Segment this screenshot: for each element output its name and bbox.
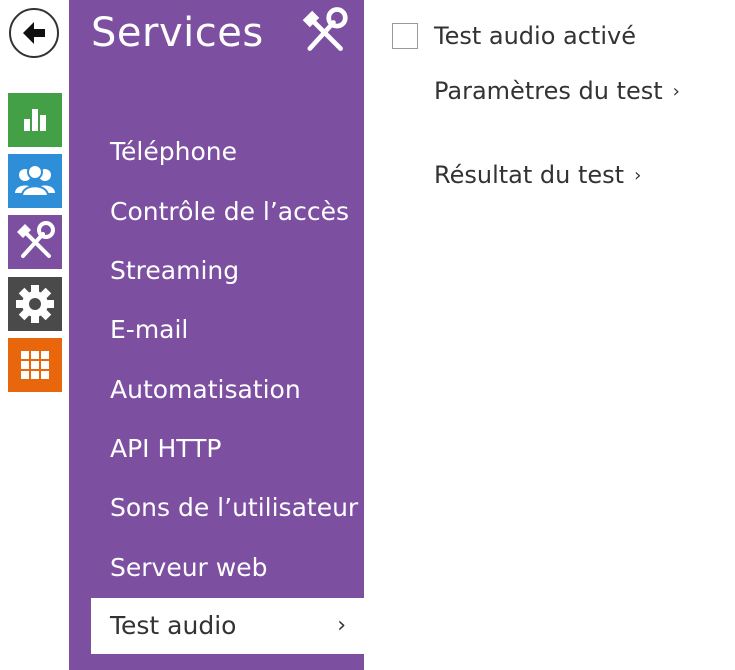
- services-menu-button[interactable]: [8, 215, 62, 269]
- sidebar-item-web-server[interactable]: Serveur web: [91, 540, 364, 596]
- sidebar-item-label: API HTTP: [110, 434, 222, 463]
- test-parameters-label: Paramètres du test: [434, 77, 663, 105]
- sidebar-item-label: Sons de l’utilisateur: [110, 493, 359, 522]
- hammer-wrench-icon: [302, 7, 348, 51]
- grid-icon: [21, 351, 49, 379]
- settings-menu-button[interactable]: [8, 277, 62, 331]
- audio-test-enabled-row: Test audio activé: [392, 21, 636, 51]
- gear-icon: [16, 285, 54, 323]
- sidebar-item-http-api[interactable]: API HTTP: [91, 421, 364, 477]
- test-result-label: Résultat du test: [434, 161, 625, 189]
- sidebar-item-access-control[interactable]: Contrôle de l’accès: [91, 184, 364, 240]
- sidebar-item-label: Serveur web: [110, 553, 268, 582]
- chevron-right-icon: ›: [634, 165, 642, 186]
- sidebar-item-label: Automatisation: [110, 375, 301, 404]
- hardware-menu-button[interactable]: [8, 338, 62, 392]
- chevron-right-icon: ›: [672, 81, 680, 102]
- sidebar-item-email[interactable]: E-mail: [91, 302, 364, 358]
- sidebar-item-label: Téléphone: [110, 137, 237, 166]
- sidebar-item-label: Streaming: [110, 256, 240, 285]
- sidebar-item-user-sounds[interactable]: Sons de l’utilisateur: [91, 480, 364, 536]
- sidebar-item-label: Contrôle de l’accès: [110, 197, 350, 226]
- sidebar-item-streaming[interactable]: Streaming: [91, 243, 364, 299]
- sidebar-item-audio-test[interactable]: Test audio ›: [91, 598, 364, 654]
- sidebar-item-label: Test audio: [110, 611, 237, 640]
- chevron-right-icon: ›: [337, 613, 346, 638]
- hammer-wrench-icon: [17, 221, 55, 258]
- status-menu-button[interactable]: [8, 93, 62, 147]
- test-parameters-link[interactable]: Paramètres du test ›: [434, 77, 680, 105]
- audio-test-enabled-checkbox[interactable]: [392, 23, 418, 49]
- audio-test-enabled-label: Test audio activé: [434, 22, 636, 50]
- bar-chart-icon: [24, 109, 46, 131]
- sidebar-title: Services: [91, 10, 264, 56]
- users-icon: [15, 164, 55, 197]
- services-sidebar: Services Téléphone Contrôle de l’accès S…: [69, 0, 364, 670]
- sidebar-item-automation[interactable]: Automatisation: [91, 362, 364, 418]
- sidebar-item-telephone[interactable]: Téléphone: [91, 124, 364, 180]
- sidebar-item-label: E-mail: [110, 315, 189, 344]
- directory-menu-button[interactable]: [8, 154, 62, 208]
- back-arrow-icon: [23, 22, 45, 44]
- test-result-link[interactable]: Résultat du test ›: [434, 161, 641, 189]
- back-button[interactable]: [9, 8, 59, 58]
